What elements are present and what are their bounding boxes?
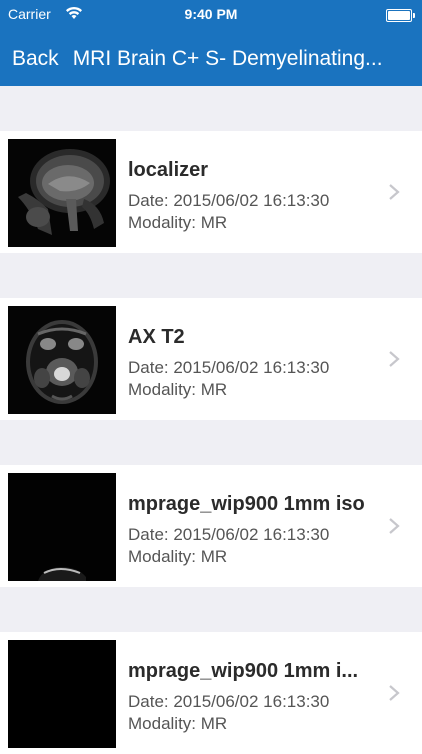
series-row[interactable]: AX T2 Date: 2015/06/02 16:13:30 Modality… [0, 298, 422, 420]
chevron-right-icon [389, 685, 400, 701]
chevron-right-icon [389, 518, 400, 534]
nav-bar: Back MRI Brain C+ S- Demyelinating... [0, 32, 422, 86]
series-date: Date: 2015/06/02 16:13:30 [128, 525, 330, 544]
status-bar: Carrier 9:40 PM [0, 0, 422, 32]
series-date: Date: 2015/06/02 16:13:30 [128, 191, 330, 210]
series-date: Date: 2015/06/02 16:13:30 [128, 692, 330, 711]
series-thumbnail [8, 640, 116, 748]
series-modality: Modality: MR [128, 380, 228, 399]
series-thumbnail [8, 306, 116, 414]
battery-icon [386, 9, 415, 22]
axial-brain-thumbnail [8, 306, 116, 414]
sagittal-brain-thumbnail [8, 139, 116, 247]
section-gap [0, 420, 422, 465]
chevron-right-icon [389, 351, 400, 367]
series-row[interactable]: mprage_wip900 1mm iso Date: 2015/06/02 1… [0, 465, 422, 587]
series-modality: Modality: MR [128, 547, 228, 566]
chevron-right-icon [389, 184, 400, 200]
back-button[interactable]: Back [12, 47, 59, 71]
series-date: Date: 2015/06/02 16:13:30 [128, 358, 330, 377]
series-thumbnail [8, 473, 116, 581]
series-title: mprage_wip900 1mm iso [128, 493, 365, 515]
section-gap [0, 587, 422, 632]
series-row[interactable]: localizer Date: 2015/06/02 16:13:30 Moda… [0, 131, 422, 253]
series-modality: Modality: MR [128, 213, 228, 232]
section-gap [0, 86, 422, 131]
series-modality: Modality: MR [128, 714, 228, 733]
series-list: localizer Date: 2015/06/02 16:13:30 Moda… [0, 86, 422, 754]
series-title: mprage_wip900 1mm i... [128, 660, 359, 682]
page-title: MRI Brain C+ S- Demyelinating... [72, 47, 383, 70]
series-row[interactable]: mprage_wip900 1mm i... Date: 2015/06/02 … [0, 632, 422, 754]
section-gap [0, 253, 422, 298]
series-thumbnail [8, 139, 116, 247]
series-title: localizer [128, 159, 209, 181]
dark-scan-thumbnail [8, 473, 116, 581]
clock: 9:40 PM [184, 6, 238, 22]
series-title: AX T2 [128, 326, 185, 348]
navigation-header: Carrier 9:40 PM Back MRI Brain C+ S- Dem… [0, 0, 422, 86]
